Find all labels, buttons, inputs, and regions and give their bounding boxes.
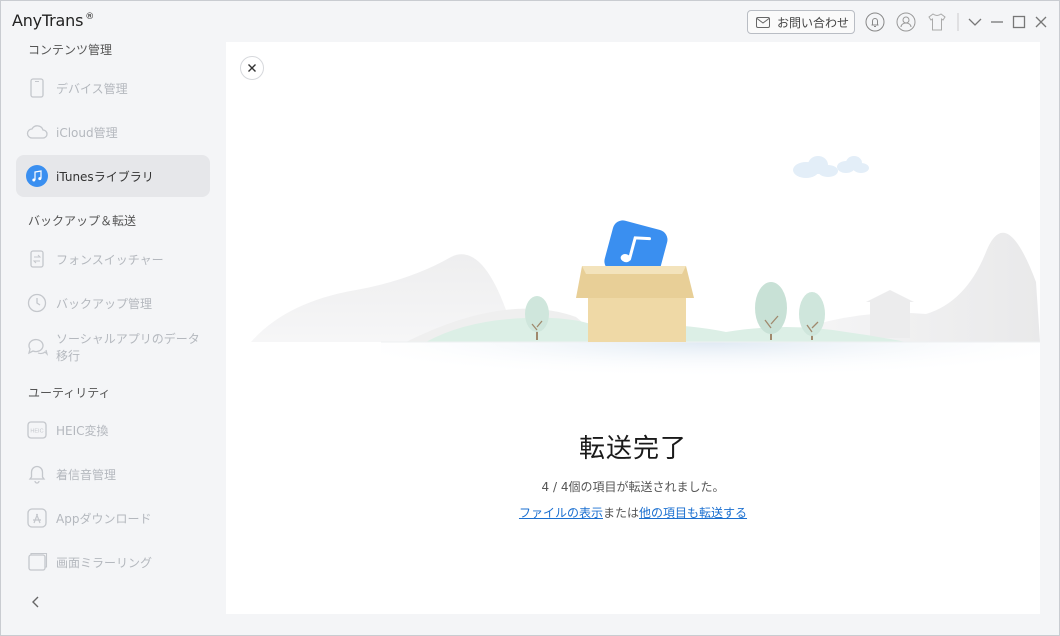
sidebar-item-social-app-transfer[interactable]: ソーシャルアプリのデータ移行	[16, 326, 210, 368]
sidebar-item-label: フォンスイッチャー	[56, 252, 164, 267]
sidebar-item-label: 着信音管理	[56, 467, 117, 482]
app-store-icon	[26, 507, 48, 529]
sidebar-item-ringtone[interactable]: 着信音管理	[16, 453, 210, 495]
contact-button[interactable]: お問い合わせ	[747, 10, 855, 34]
transfer-more-link[interactable]: 他の項目も転送する	[639, 506, 747, 520]
close-icon	[248, 64, 256, 72]
phone-icon	[26, 77, 48, 99]
contact-label: お問い合わせ	[777, 15, 850, 30]
house-icon	[866, 290, 914, 338]
sidebar-item-label: ソーシャルアプリのデータ移行	[56, 332, 200, 363]
sidebar-item-screen-mirroring[interactable]: 画面ミラーリング	[16, 541, 210, 583]
svg-text:HEIC: HEIC	[30, 429, 43, 435]
phone-switch-icon	[26, 248, 48, 270]
cloud-icon	[793, 156, 869, 178]
transfer-complete-title: 転送完了	[578, 434, 687, 464]
titlebar-divider	[955, 12, 961, 32]
section-title-content: コンテンツ管理	[28, 43, 113, 57]
transfer-complete-illustration	[251, 156, 1040, 402]
close-window-icon[interactable]	[1031, 12, 1051, 32]
sidebar-item-label: Appダウンロード	[56, 511, 152, 526]
or-text: または	[602, 506, 639, 520]
sidebar-item-label: iTunesライブラリ	[56, 169, 154, 184]
cloud-icon	[26, 121, 48, 143]
show-files-link[interactable]: ファイルの表示	[519, 506, 603, 520]
sidebar-collapse-button[interactable]	[28, 592, 44, 612]
chevron-down-icon[interactable]	[965, 12, 985, 32]
minimize-icon[interactable]	[987, 12, 1007, 32]
sidebar-item-itunes-library[interactable]: iTunesライブラリ	[16, 155, 210, 197]
sidebar-item-backup-manager[interactable]: バックアップ管理	[16, 282, 210, 324]
app-title: AnyTrans ®	[12, 11, 95, 30]
main-panel: 転送完了 4 / 4個の項目が転送されました。 ファイルの表示または他の項目も転…	[226, 42, 1040, 614]
result-links: ファイルの表示または他の項目も転送する	[226, 504, 1040, 521]
clock-history-icon	[26, 292, 48, 314]
transfer-count-message: 4 / 4個の項目が転送されました。	[541, 480, 725, 494]
bell-icon[interactable]	[865, 12, 885, 32]
sidebar-item-icloud[interactable]: iCloud管理	[16, 111, 210, 153]
maximize-icon[interactable]	[1009, 12, 1029, 32]
mail-icon	[756, 16, 770, 28]
chat-bubbles-icon	[26, 336, 48, 358]
app-window: AnyTrans ® お問い合わせ コンテンツ管理 デバイス管理 iCloud管…	[0, 0, 1060, 636]
sidebar-item-label: バックアップ管理	[56, 296, 153, 311]
sidebar-item-app-download[interactable]: Appダウンロード	[16, 497, 210, 539]
sidebar-item-label: iCloud管理	[56, 125, 118, 140]
sidebar: コンテンツ管理 デバイス管理 iCloud管理 iTunesライブラリ バックア…	[1, 39, 226, 635]
box-icon	[576, 266, 694, 342]
title-bar: AnyTrans ® お問い合わせ	[1, 1, 1059, 41]
screen-mirror-icon	[26, 551, 48, 573]
section-title-backup: バックアップ＆転送	[28, 214, 137, 228]
bell-icon	[26, 463, 48, 485]
close-button[interactable]	[240, 56, 264, 80]
sidebar-item-device-manager[interactable]: デバイス管理	[16, 67, 210, 109]
sidebar-item-phone-switcher[interactable]: フォンスイッチャー	[16, 238, 210, 280]
heic-icon: HEIC	[26, 419, 48, 441]
sidebar-item-label: 画面ミラーリング	[56, 555, 153, 570]
music-note-icon	[26, 165, 48, 187]
section-title-utility: ユーティリティ	[28, 386, 111, 400]
shirt-icon[interactable]	[927, 12, 947, 32]
chevron-left-icon	[32, 596, 39, 608]
user-icon[interactable]	[896, 12, 916, 32]
sidebar-item-heic-convert[interactable]: HEIC HEIC変換	[16, 409, 210, 451]
sidebar-item-label: HEIC変換	[56, 423, 109, 438]
sidebar-item-label: デバイス管理	[56, 81, 128, 96]
